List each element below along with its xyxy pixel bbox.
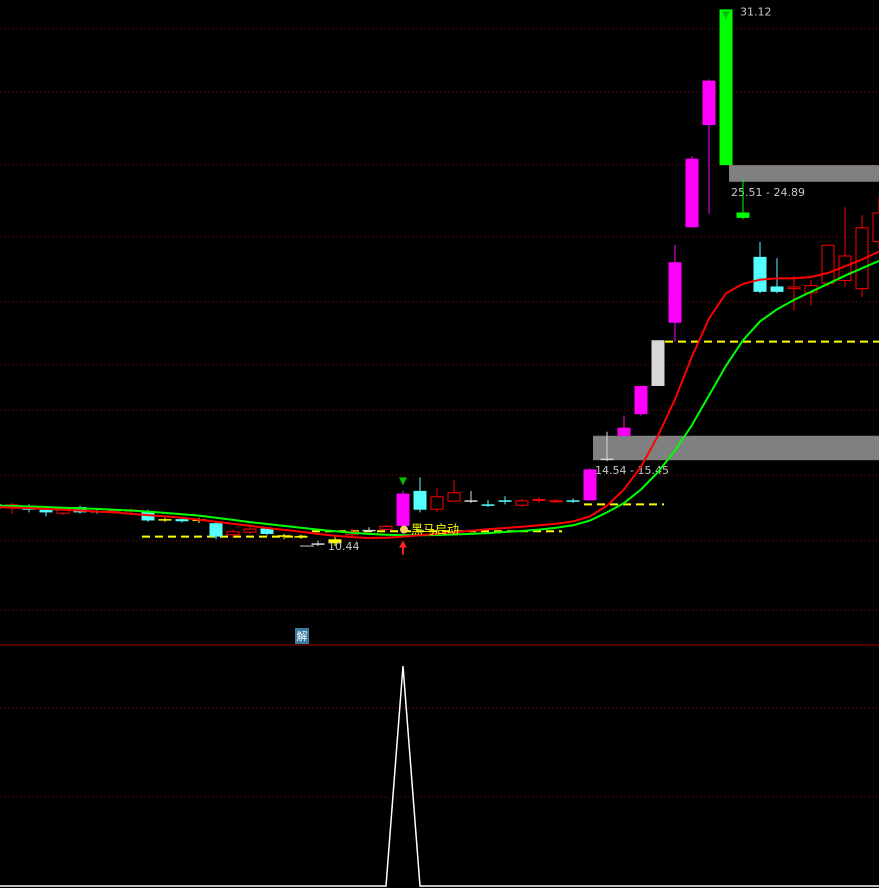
high-price-label: 31.12 bbox=[740, 5, 772, 18]
candle-body bbox=[753, 256, 767, 292]
candle bbox=[447, 480, 461, 502]
candle bbox=[277, 533, 291, 540]
ma-slow-line bbox=[0, 259, 879, 537]
candle-body bbox=[872, 212, 879, 243]
candle bbox=[532, 497, 546, 503]
candle-body bbox=[668, 262, 682, 323]
candle-body bbox=[549, 500, 563, 503]
candle-body bbox=[736, 212, 750, 218]
candle-body bbox=[600, 458, 614, 461]
annotations: 31.12 10.44 黑马启动解 bbox=[295, 5, 772, 644]
candle-body bbox=[770, 286, 784, 292]
candle bbox=[651, 340, 665, 386]
candle bbox=[481, 500, 495, 508]
candle-body bbox=[175, 519, 189, 522]
candle bbox=[379, 524, 393, 532]
candle bbox=[770, 258, 784, 294]
candle-body bbox=[413, 490, 427, 510]
candle bbox=[498, 496, 512, 505]
candle bbox=[702, 79, 716, 214]
price-zone bbox=[593, 435, 879, 461]
candle-body bbox=[634, 385, 648, 415]
candle-body bbox=[209, 523, 223, 537]
candle-body bbox=[515, 500, 529, 506]
candle bbox=[158, 517, 172, 522]
hand-icon bbox=[400, 525, 408, 534]
candle bbox=[634, 385, 648, 416]
candle-body bbox=[362, 529, 376, 532]
candle bbox=[549, 498, 563, 503]
candle bbox=[464, 490, 478, 503]
candle-body bbox=[464, 500, 478, 502]
candle bbox=[311, 540, 325, 547]
candle-body bbox=[617, 427, 631, 436]
candle-body bbox=[294, 536, 308, 538]
candle bbox=[413, 477, 427, 513]
indicator-grid-lines bbox=[0, 707, 879, 798]
candle bbox=[719, 9, 733, 166]
candle-body bbox=[651, 340, 665, 386]
signal-up-arrow bbox=[399, 540, 407, 548]
candle-body bbox=[498, 500, 512, 502]
candle bbox=[515, 498, 529, 508]
low-price-label: 10.44 bbox=[328, 540, 360, 553]
candles bbox=[0, 9, 879, 547]
candle-body bbox=[481, 504, 495, 506]
candle-body bbox=[821, 244, 835, 284]
badge-text: 解 bbox=[297, 629, 308, 643]
candle-body bbox=[719, 9, 733, 166]
price-zone bbox=[729, 165, 879, 182]
candle-body bbox=[226, 531, 240, 536]
signal-down-arrow bbox=[399, 477, 407, 486]
zone-label: 25.51 - 24.89 bbox=[731, 186, 805, 199]
candle-body bbox=[566, 500, 580, 502]
chart-stage: 14.54 - 15.45 25.51 - 24.89 31.12 10.44 黑马启动… bbox=[0, 0, 879, 888]
candle-body bbox=[787, 286, 801, 290]
candle bbox=[872, 197, 879, 249]
candle-body bbox=[243, 528, 257, 533]
signal-text: 黑马启动 bbox=[411, 523, 459, 537]
candle-body bbox=[685, 158, 699, 228]
candle-body bbox=[277, 535, 291, 537]
candle-body bbox=[39, 509, 53, 513]
candle bbox=[396, 490, 410, 526]
candle-body bbox=[158, 519, 172, 521]
candle bbox=[855, 215, 869, 298]
candle-body bbox=[396, 493, 410, 526]
candle-body bbox=[583, 469, 597, 501]
candle bbox=[566, 498, 580, 503]
candle-body bbox=[379, 525, 393, 530]
candle-body bbox=[447, 492, 461, 502]
candle-body bbox=[702, 80, 716, 126]
candle bbox=[583, 468, 597, 501]
candle bbox=[787, 275, 801, 311]
candle bbox=[430, 488, 444, 513]
candle-body bbox=[311, 543, 325, 545]
candle bbox=[668, 244, 682, 342]
ma-fast-line bbox=[0, 250, 879, 540]
indicator-line bbox=[0, 665, 879, 887]
candle-body bbox=[532, 498, 546, 501]
candle bbox=[362, 527, 376, 532]
candle-body bbox=[430, 496, 444, 510]
candlestick-chart: 14.54 - 15.4525.51 - 24.89 31.12 10.44 黑马启动… bbox=[0, 5, 879, 887]
candle bbox=[753, 242, 767, 294]
candle bbox=[294, 534, 308, 539]
zones: 14.54 - 15.4525.51 - 24.89 bbox=[593, 165, 879, 477]
candle bbox=[821, 244, 835, 287]
candle bbox=[617, 415, 631, 438]
candle bbox=[685, 155, 699, 228]
